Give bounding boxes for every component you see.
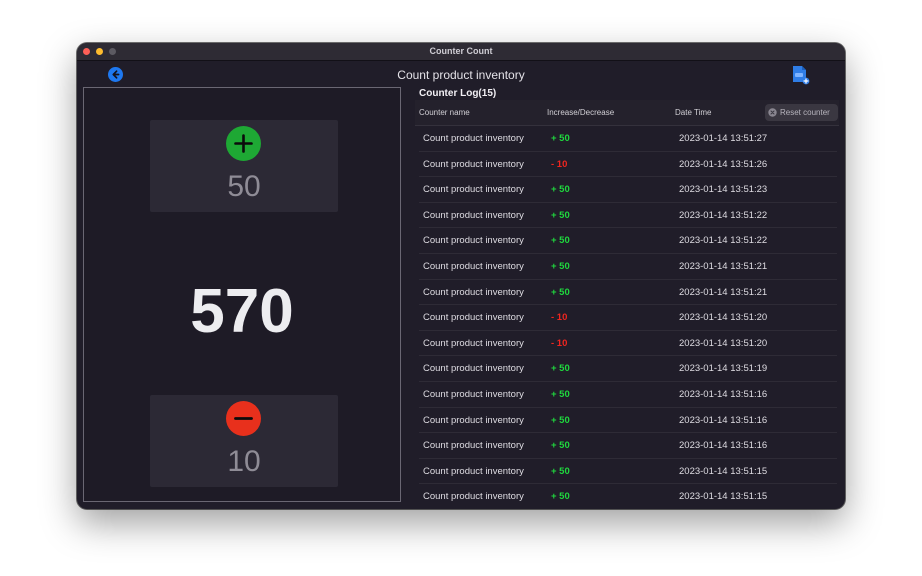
table-row[interactable]: Count product inventory + 50 2023-01-14 13… — [419, 408, 837, 434]
increment-button[interactable] — [226, 126, 261, 161]
table-row[interactable]: Count product inventory + 50 2023-01-14 13… — [419, 356, 837, 382]
export-csv-button[interactable] — [792, 65, 810, 85]
table-row[interactable]: Count product inventory + 50 2023-01-14 13… — [419, 203, 837, 229]
reset-counter-label: Reset counter — [780, 108, 830, 117]
decrement-card[interactable]: 10 — [150, 395, 338, 487]
row-counter-name: Count product inventory — [423, 440, 524, 452]
decrement-value: 10 — [227, 445, 261, 478]
row-date-time: 2023-01-14 13:51:27 — [679, 133, 768, 144]
row-counter-name: Count product inventory — [423, 158, 524, 170]
row-counter-name: Count product inventory — [423, 133, 524, 144]
row-date-time: 2023-01-14 13:51:16 — [679, 440, 768, 452]
row-change: + 50 — [551, 491, 570, 503]
log-table-header: Counter name Increase/Decrease Date Time… — [415, 100, 839, 126]
row-date-time: 2023-01-14 13:51:15 — [679, 491, 768, 503]
table-row[interactable]: Count product inventory + 50 2023-01-14 13… — [419, 280, 837, 306]
reset-icon — [768, 108, 777, 117]
minus-icon — [234, 417, 253, 420]
increment-value: 50 — [227, 170, 261, 203]
row-date-time: 2023-01-14 13:51:20 — [679, 337, 768, 349]
table-row[interactable]: Count product inventory + 50 2023-01-14 13… — [419, 433, 837, 459]
row-change: - 10 — [551, 312, 568, 324]
row-counter-name: Count product inventory — [423, 312, 524, 324]
decrement-button[interactable] — [226, 401, 261, 436]
row-date-time: 2023-01-14 13:51:23 — [679, 184, 768, 196]
increment-card[interactable]: 50 — [150, 120, 338, 212]
table-row[interactable]: Count product inventory - 10 2023-01-14 13… — [419, 331, 837, 357]
row-change: + 50 — [551, 363, 570, 375]
row-counter-name: Count product inventory — [423, 235, 524, 247]
row-counter-name: Count product inventory — [423, 388, 524, 400]
row-change: - 10 — [551, 158, 568, 170]
row-change: + 50 — [551, 440, 570, 452]
row-date-time: 2023-01-14 13:51:15 — [679, 465, 768, 477]
table-row[interactable]: Count product inventory + 50 2023-01-14 13… — [419, 177, 837, 203]
row-date-time: 2023-01-14 13:51:26 — [679, 158, 768, 170]
page-title: Count product inventory — [397, 68, 525, 82]
table-row[interactable]: Count product inventory + 50 2023-01-14 13… — [419, 484, 837, 506]
row-change: + 50 — [551, 235, 570, 247]
row-change: - 10 — [551, 337, 568, 349]
row-counter-name: Count product inventory — [423, 260, 524, 272]
row-counter-name: Count product inventory — [423, 491, 524, 503]
row-date-time: 2023-01-14 13:51:21 — [679, 286, 768, 298]
row-date-time: 2023-01-14 13:51:16 — [679, 414, 768, 426]
row-counter-name: Count product inventory — [423, 414, 524, 426]
window-title: Counter Count — [429, 46, 493, 56]
counter-log-table: Counter name Increase/Decrease Date Time… — [415, 100, 839, 506]
row-change: + 50 — [551, 414, 570, 426]
row-change: + 50 — [551, 133, 570, 144]
log-title: Counter Log(15) — [419, 88, 497, 99]
table-row[interactable]: Count product inventory + 50 2023-01-14 13… — [419, 228, 837, 254]
row-date-time: 2023-01-14 13:51:22 — [679, 209, 768, 221]
row-counter-name: Count product inventory — [423, 337, 524, 349]
row-counter-name: Count product inventory — [423, 209, 524, 221]
title-bar[interactable]: Counter Count — [77, 43, 845, 61]
row-date-time: 2023-01-14 13:51:19 — [679, 363, 768, 375]
row-change: + 50 — [551, 184, 570, 196]
table-row[interactable]: Count product inventory + 50 2023-01-14 13… — [419, 459, 837, 485]
total-count: 570 — [190, 277, 294, 346]
row-date-time: 2023-01-14 13:51:16 — [679, 388, 768, 400]
table-row[interactable]: Count product inventory + 50 2023-01-14 13… — [419, 126, 837, 152]
table-row[interactable]: Count product inventory - 10 2023-01-14 13… — [419, 305, 837, 331]
column-header-increase-decrease[interactable]: Increase/Decrease — [547, 108, 614, 117]
row-change: + 50 — [551, 465, 570, 477]
row-change: + 50 — [551, 388, 570, 400]
app-window: Counter Count Count product inventory 50… — [77, 43, 845, 509]
row-change: + 50 — [551, 209, 570, 221]
row-date-time: 2023-01-14 13:51:21 — [679, 260, 768, 272]
row-change: + 50 — [551, 260, 570, 272]
row-counter-name: Count product inventory — [423, 465, 524, 477]
row-counter-name: Count product inventory — [423, 363, 524, 375]
row-date-time: 2023-01-14 13:51:20 — [679, 312, 768, 324]
plus-icon — [234, 134, 253, 153]
reset-counter-button[interactable]: Reset counter — [765, 104, 838, 121]
table-row[interactable]: Count product inventory - 10 2023-01-14 13… — [419, 152, 837, 178]
table-row[interactable]: Count product inventory + 50 2023-01-14 13… — [419, 254, 837, 280]
row-counter-name: Count product inventory — [423, 286, 524, 298]
log-rows: Count product inventory + 50 2023-01-14 13… — [415, 126, 839, 506]
row-change: + 50 — [551, 286, 570, 298]
row-counter-name: Count product inventory — [423, 184, 524, 196]
column-header-date-time[interactable]: Date Time — [675, 108, 711, 117]
row-date-time: 2023-01-14 13:51:22 — [679, 235, 768, 247]
csv-file-export-icon — [793, 66, 810, 85]
table-row[interactable]: Count product inventory + 50 2023-01-14 13… — [419, 382, 837, 408]
column-header-counter-name[interactable]: Counter name — [419, 108, 470, 117]
counter-panel: 50 570 10 — [83, 87, 401, 502]
